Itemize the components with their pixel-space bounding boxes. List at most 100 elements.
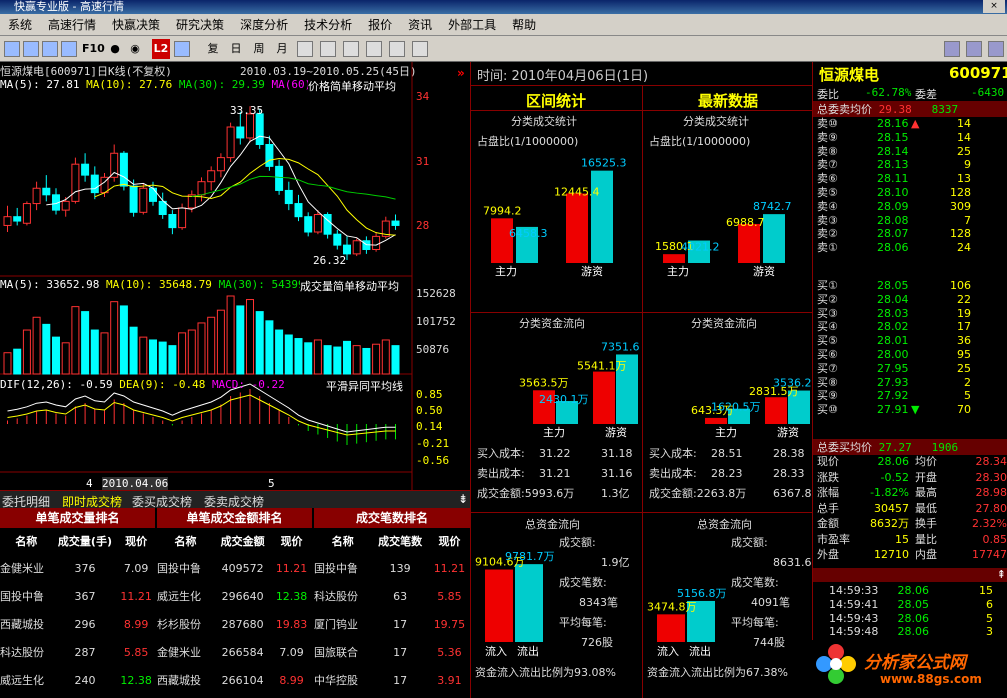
menu-research[interactable]: 研究决策 [168,14,232,36]
rank-row[interactable]: 国旅联合 17 5.36 [314,638,470,666]
zhuli-b-val: 4021.2 [681,241,720,254]
scroll-up-icon[interactable]: ⇞ [997,568,1006,581]
candle [333,233,342,246]
book-row[interactable]: 卖② 28.07 128 [813,227,1007,241]
rank-row[interactable]: 西藏城投 266104 8.99 [157,666,312,694]
cls-fund-title: 分类资金流向 [519,316,585,330]
candle [168,214,177,229]
candle [22,203,31,224]
collapse-icon[interactable]: » [457,66,465,80]
day-button[interactable]: 日 [228,39,244,59]
rank-row[interactable]: 厦门钨业 17 19.75 [314,610,470,638]
kline-area[interactable]: 恒源煤电[600971]日K线(不复权) 2010.03.19~2010.05.… [0,62,470,490]
l2-button[interactable]: L2 [152,39,170,59]
globe-icon[interactable]: ◉ [128,39,142,59]
book-row[interactable]: 买⑨ 27.92 5 [813,389,1007,403]
book-row[interactable]: 买① 28.05 106 [813,279,1007,293]
print-icon[interactable] [412,41,428,57]
list-icon[interactable] [23,41,39,57]
rank-row[interactable]: 中华控股 17 3.91 [314,666,470,694]
rank-row[interactable]: 科达股份 63 5.85 [314,582,470,610]
watermark-url: www.88gs.com [880,672,982,686]
tool-icon[interactable] [174,41,190,57]
book-row[interactable]: 卖⑩ 28.16 ▲ 14 [813,117,1007,131]
window-title: 快赢专业版 - 高速行情 × [0,0,1007,14]
rank-row[interactable]: 金健米业 376 7.09 [0,554,155,582]
book-row[interactable]: 卖⑦ 28.13 9 [813,158,1007,172]
week-button[interactable]: 周 [251,39,267,59]
menu-analysis[interactable]: 深度分析 [232,14,296,36]
rank-row[interactable]: 金健米业 266584 7.09 [157,638,312,666]
month-button[interactable]: 月 [274,39,290,59]
book-row[interactable]: 买⑥ 28.00 95 [813,348,1007,362]
book-row[interactable]: 买⑩ 27.91 ▼ 70 [813,403,1007,417]
book-row[interactable]: 买⑧ 27.93 2 [813,376,1007,390]
menu-quote[interactable]: 高速行情 [40,14,104,36]
rank-row[interactable]: 国投中鲁 409572 11.21 [157,554,312,582]
fund-youzi-a: 5541.1万 [577,360,627,373]
book-row[interactable]: 卖⑨ 28.15 14 [813,131,1007,145]
rank-row[interactable]: 威远生化 296640 12.38 [157,582,312,610]
vol-bar [71,306,80,375]
menu-report[interactable]: 报价 [360,14,400,36]
candle [13,216,22,222]
book-row[interactable]: 卖⑥ 28.11 13 [813,172,1007,186]
exit-icon[interactable] [988,41,1004,57]
restore-button[interactable]: 复 [205,39,221,59]
menu-tech[interactable]: 技术分析 [296,14,360,36]
vol-bar [52,336,60,375]
window-close-button[interactable]: × [983,0,1005,13]
fund-youzi-b: 3536.2 [773,377,812,390]
menu-tools[interactable]: 外部工具 [440,14,504,36]
menu-help[interactable]: 帮助 [504,14,544,36]
rank-row[interactable]: 国投中鲁 139 11.21 [314,554,470,582]
kline-chart [0,62,413,490]
rank-header: 名称 [331,535,354,548]
rank-row[interactable]: 国投中鲁 367 11.21 [0,582,155,610]
book-row[interactable]: 卖⑧ 28.14 25 [813,145,1007,159]
table-icon[interactable] [61,41,77,57]
line-icon[interactable] [366,41,382,57]
book-row[interactable]: 卖① 28.06 24 [813,241,1007,255]
candle [226,126,235,159]
bar-icon[interactable] [320,41,336,57]
zhuli-buy-bar [663,254,685,263]
book-row[interactable]: 买⑦ 27.95 25 [813,362,1007,376]
book-row[interactable]: 卖④ 28.09 309 [813,200,1007,214]
candle [343,244,351,255]
grid-icon[interactable] [4,41,20,57]
rank-count: 成交笔数排名 名称 成交笔数 现价 国投中鲁 139 11.21 科达股份 63 5.85 厦门钨业… [314,508,470,694]
vol-ma10: MA(10): 35648.79 [105,278,212,291]
date-axis-2: 2010.04.06 [102,477,169,490]
candle [284,189,293,205]
book-row[interactable]: 买③ 28.03 19 [813,307,1007,321]
menu-news[interactable]: 资讯 [400,14,440,36]
candle [216,157,225,172]
menu-system[interactable]: 系统 [0,14,40,36]
rank-row[interactable]: 西藏城投 296 8.99 [0,610,155,638]
ball-icon[interactable]: ● [108,39,122,59]
stat-row: 涨跌 -0.52 开盘 28.30 [817,470,1007,484]
rank-row[interactable]: 科达股份 287 5.85 [0,638,155,666]
kline-icon[interactable] [297,41,313,57]
zhuli-label: 主力 [543,426,565,439]
amount-label: 成交额: [731,535,768,549]
rank-row[interactable]: 威远生化 240 12.38 [0,666,155,694]
book-row[interactable]: 卖③ 28.08 7 [813,214,1007,228]
next-icon[interactable] [966,41,982,57]
menu-decision[interactable]: 快嬴决策 [104,14,168,36]
book-row[interactable]: 卖⑤ 28.10 128 [813,186,1007,200]
flower-logo-icon [814,642,858,686]
book-row[interactable]: 买④ 28.02 17 [813,320,1007,334]
chart-icon[interactable] [42,41,58,57]
prev-icon[interactable] [944,41,960,57]
scroll-down-icon[interactable]: ⇟ [458,492,468,506]
book-row[interactable]: 买② 28.04 22 [813,293,1007,307]
flow-ratio: 资金流入流出比例为93.08% [475,665,616,679]
rank-row[interactable]: 杉杉股份 287680 19.83 [157,610,312,638]
vol-icon[interactable] [389,41,405,57]
vol-bar [13,348,22,375]
f10-button[interactable]: F10 [82,39,105,59]
trend-icon[interactable] [343,41,359,57]
book-row[interactable]: 买⑤ 28.01 36 [813,334,1007,348]
